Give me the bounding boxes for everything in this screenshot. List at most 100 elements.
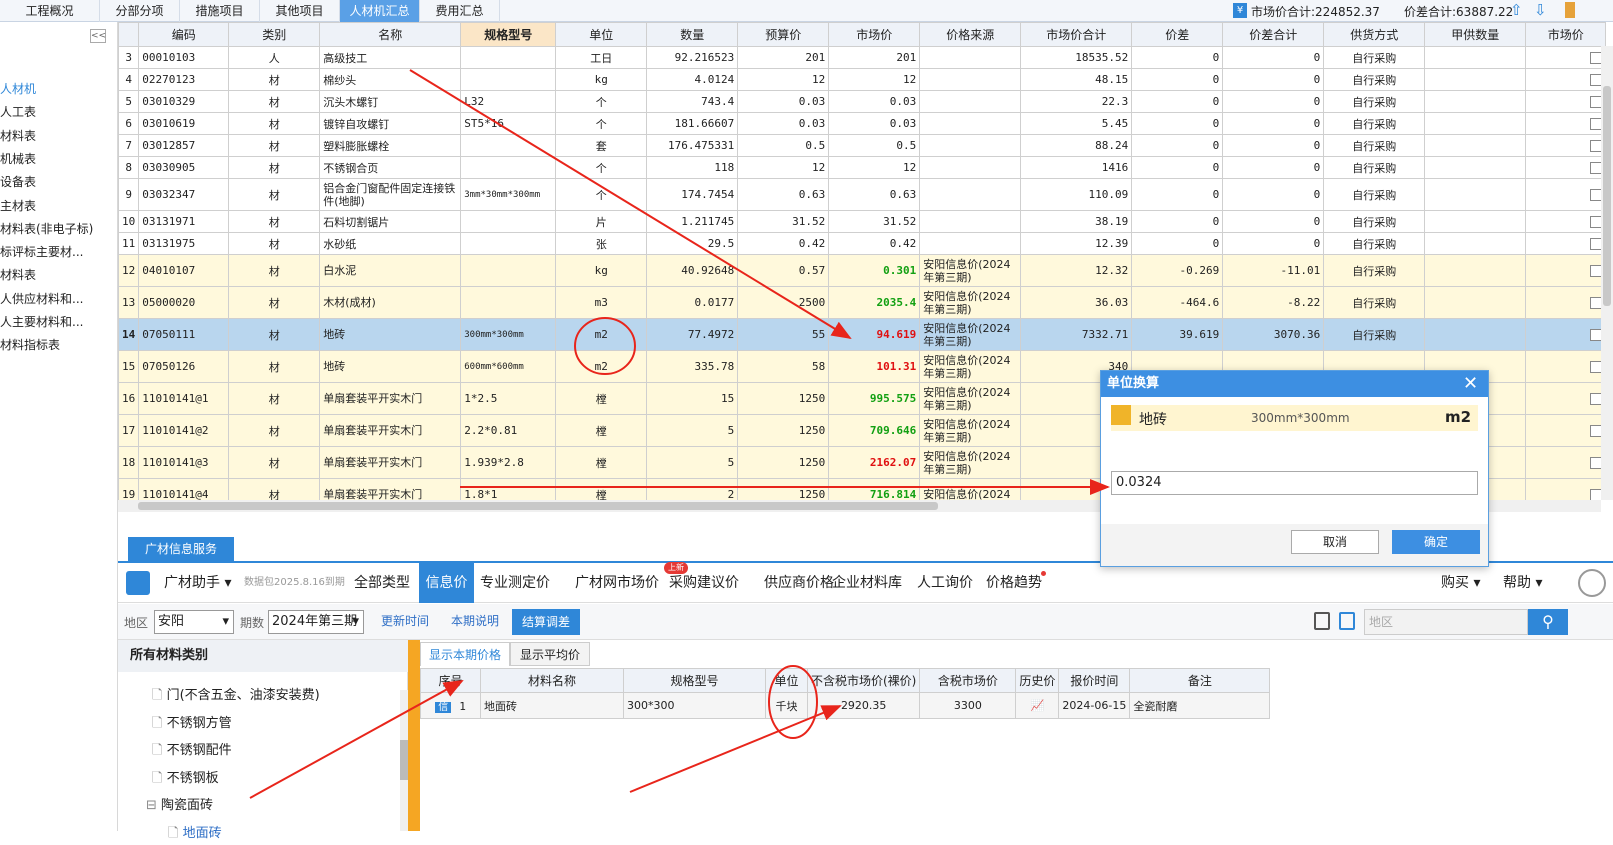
cell-mtotal[interactable]: 36.03 bbox=[1020, 286, 1133, 319]
cell-budget[interactable]: 1250 bbox=[737, 446, 830, 479]
cell-cat[interactable]: 材 bbox=[228, 68, 321, 91]
cell-market[interactable]: 94.619 bbox=[828, 318, 921, 351]
cell-cat[interactable]: 材 bbox=[228, 254, 321, 287]
cell-name[interactable]: 镀锌自攻螺钉 bbox=[319, 112, 462, 135]
cell-budget[interactable]: 1250 bbox=[737, 414, 830, 447]
cell-name[interactable]: 棉纱头 bbox=[319, 68, 462, 91]
search-icon[interactable]: ⚲ bbox=[1528, 609, 1568, 635]
cell-diff[interactable]: 39.619 bbox=[1131, 318, 1224, 351]
cell-supply-qty[interactable] bbox=[1424, 286, 1527, 319]
column-header[interactable]: 编码 bbox=[138, 22, 230, 47]
sidebar-item[interactable]: 材料表 bbox=[0, 264, 36, 286]
cell-dtotal[interactable]: 0 bbox=[1222, 210, 1325, 233]
settle-diff-button[interactable]: 结算调差 bbox=[512, 609, 580, 635]
tab-sub-items[interactable]: 分部分项 bbox=[100, 0, 180, 22]
sidebar-item[interactable]: 机械表 bbox=[0, 148, 36, 170]
cell-dtotal[interactable]: 0 bbox=[1222, 156, 1325, 179]
table-row[interactable]: 14 07050111 材地砖 300mm*300mm m2 77.4972 55 94.61… bbox=[118, 318, 1607, 351]
cell-qty[interactable]: 15 bbox=[646, 382, 739, 415]
cell-src[interactable]: 安阳信息价(2024年第三期) bbox=[919, 318, 1022, 351]
cell-market-check[interactable] bbox=[1525, 254, 1607, 287]
unlock-icon[interactable] bbox=[1339, 612, 1355, 630]
cell-spec[interactable]: L32 bbox=[460, 90, 557, 113]
cell-budget[interactable]: 12 bbox=[737, 68, 830, 91]
cell-unit[interactable]: 工日 bbox=[555, 46, 648, 69]
column-header[interactable]: 市场价 bbox=[1525, 22, 1607, 47]
cell-budget[interactable]: 0.5 bbox=[737, 134, 830, 157]
scroll-thumb[interactable] bbox=[138, 502, 938, 510]
cell-diff[interactable]: 0 bbox=[1131, 134, 1224, 157]
cell-qty[interactable]: 335.78 bbox=[646, 350, 739, 383]
ok-button[interactable]: 确定 bbox=[1392, 530, 1480, 554]
cell-market-check[interactable] bbox=[1525, 414, 1607, 447]
toolbar-supplier-price[interactable]: 供应商价格 bbox=[764, 563, 834, 603]
cell-market[interactable]: 0.63 bbox=[828, 178, 921, 211]
cell-supply[interactable]: 自行采购 bbox=[1323, 232, 1426, 255]
scroll-thumb[interactable] bbox=[1603, 86, 1611, 306]
cell-note[interactable]: 全瓷耐磨 bbox=[1129, 692, 1271, 719]
cell-name[interactable]: 木材(成材) bbox=[319, 286, 462, 319]
cell-code[interactable]: 02270123 bbox=[138, 68, 230, 91]
cell-name[interactable]: 不锈钢合页 bbox=[319, 156, 462, 179]
cell-name[interactable]: 地面砖 bbox=[480, 692, 624, 719]
sidebar-item[interactable]: 标评标主要材... bbox=[0, 241, 83, 263]
cell-diff[interactable]: 0 bbox=[1131, 232, 1224, 255]
price-row[interactable]: 信 1 地面砖 300*300 千块 2920.35 3300 📈 2024-06-15 全瓷耐磨 bbox=[420, 692, 1271, 719]
cell-name[interactable]: 高级技工 bbox=[319, 46, 462, 69]
cell-unit[interactable]: 片 bbox=[555, 210, 648, 233]
cell-name[interactable]: 塑料膨胀螺栓 bbox=[319, 134, 462, 157]
cell-cat[interactable]: 材 bbox=[228, 350, 321, 383]
toolbar-labor-inquiry[interactable]: 人工询价 bbox=[917, 563, 973, 603]
cell-supply-qty[interactable] bbox=[1424, 318, 1527, 351]
avatar-icon[interactable] bbox=[1578, 569, 1606, 597]
column-header[interactable]: 市场价 bbox=[828, 22, 921, 47]
cell-qty[interactable]: 77.4972 bbox=[646, 318, 739, 351]
cell-market-check[interactable] bbox=[1525, 286, 1607, 319]
column-header[interactable]: 甲供数量 bbox=[1424, 22, 1527, 47]
cell-unit[interactable]: 个 bbox=[555, 178, 648, 211]
grid-vertical-scrollbar[interactable] bbox=[1601, 46, 1613, 500]
table-row[interactable]: 6 03010619 材镀锌自攻螺钉 ST5*16 个 181.66607 0.03 0.03… bbox=[118, 112, 1607, 135]
cell-spec[interactable] bbox=[460, 68, 557, 91]
cell-budget[interactable]: 2500 bbox=[737, 286, 830, 319]
cell-src[interactable]: 安阳信息价(2024年第三期) bbox=[919, 382, 1022, 415]
cell-budget[interactable]: 0.03 bbox=[737, 90, 830, 113]
collapse-icon[interactable]: << bbox=[90, 29, 106, 43]
cell-unit[interactable]: kg bbox=[555, 68, 648, 91]
cell-code[interactable]: 00010103 bbox=[138, 46, 230, 69]
search-input[interactable]: 地区 bbox=[1364, 609, 1528, 635]
cell-spec[interactable] bbox=[460, 134, 557, 157]
cell-unit[interactable]: 樘 bbox=[555, 414, 648, 447]
cell-unit[interactable]: m2 bbox=[555, 350, 648, 383]
cell-src[interactable]: 安阳信息价(2024年第三期) bbox=[919, 414, 1022, 447]
cell-spec[interactable]: ST5*16 bbox=[460, 112, 557, 135]
category-item[interactable]: ⊟ 陶瓷面砖 bbox=[146, 795, 213, 817]
cell-dtotal[interactable]: 0 bbox=[1222, 112, 1325, 135]
help-menu[interactable]: 帮助 ▾ bbox=[1503, 563, 1542, 603]
cell-unit[interactable]: 个 bbox=[555, 156, 648, 179]
column-header[interactable]: 市场价合计 bbox=[1020, 22, 1133, 47]
cell-diff[interactable]: 0 bbox=[1131, 156, 1224, 179]
cell-qty[interactable]: 92.216523 bbox=[646, 46, 739, 69]
cell-src[interactable] bbox=[919, 112, 1022, 135]
cell-supply[interactable]: 自行采购 bbox=[1323, 210, 1426, 233]
price-column-header[interactable]: 历史价 bbox=[1015, 668, 1060, 693]
cell-mtotal[interactable]: 1416 bbox=[1020, 156, 1133, 179]
column-header[interactable]: 单位 bbox=[555, 22, 648, 47]
toolbar-price-trend[interactable]: 价格趋势 bbox=[986, 563, 1042, 603]
cell-market[interactable]: 2162.07 bbox=[828, 446, 921, 479]
category-item[interactable]: 🗋 地面砖 bbox=[168, 823, 222, 845]
cell-src[interactable]: 安阳信息价(2024年第三期) bbox=[919, 350, 1022, 383]
cell-spec[interactable] bbox=[460, 156, 557, 179]
cell-budget[interactable]: 0.42 bbox=[737, 232, 830, 255]
cell-tax_price[interactable]: 3300 bbox=[919, 692, 1017, 719]
cell-spec[interactable]: 1.8*1 bbox=[460, 478, 557, 500]
cell-dtotal[interactable]: -8.22 bbox=[1222, 286, 1325, 319]
cell-src[interactable] bbox=[919, 46, 1022, 69]
cell-code[interactable]: 03010329 bbox=[138, 90, 230, 113]
cell-qty[interactable]: 40.92648 bbox=[646, 254, 739, 287]
cell-qty[interactable]: 1.211745 bbox=[646, 210, 739, 233]
price-column-header[interactable]: 单位 bbox=[765, 668, 808, 693]
cell-unit[interactable]: m2 bbox=[555, 318, 648, 351]
cell-market[interactable]: 2035.4 bbox=[828, 286, 921, 319]
